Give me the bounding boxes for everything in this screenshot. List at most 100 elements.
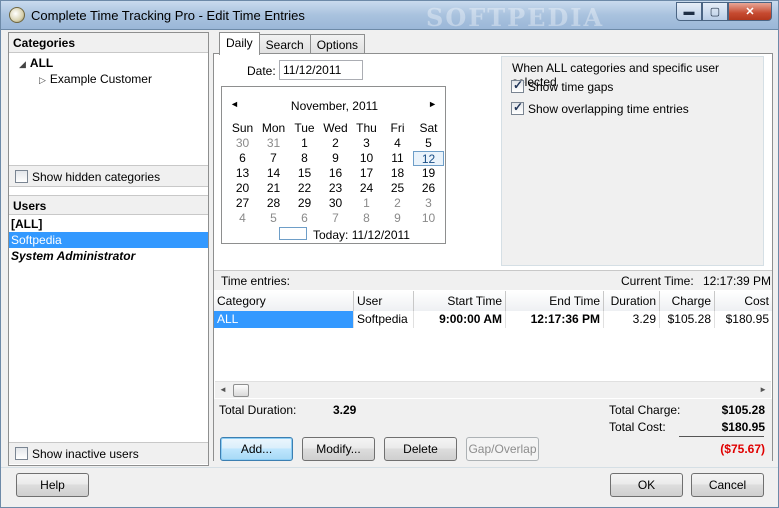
next-month-icon[interactable]: ► — [428, 99, 437, 109]
calendar-day[interactable]: 9 — [382, 211, 413, 226]
column-header-start-time[interactable]: Start Time — [414, 291, 506, 311]
calendar-day[interactable]: 19 — [413, 166, 444, 181]
calendar-day[interactable]: 8 — [289, 151, 320, 166]
calendar-day[interactable]: 4 — [382, 136, 413, 151]
calendar-day[interactable]: 8 — [351, 211, 382, 226]
close-icon: ✕ — [745, 6, 755, 18]
calendar-month-title[interactable]: November, 2011 — [222, 99, 447, 113]
calendar-day[interactable]: 25 — [382, 181, 413, 196]
calendar-day[interactable]: 23 — [320, 181, 351, 196]
calendar-day[interactable]: 7 — [258, 151, 289, 166]
cell-end-time[interactable]: 12:17:36 PM — [506, 311, 604, 328]
today-link[interactable]: Today: 11/12/2011 — [313, 228, 410, 242]
calendar-day[interactable]: 16 — [320, 166, 351, 181]
column-header-category[interactable]: Category — [214, 291, 354, 311]
calendar-day[interactable]: 9 — [320, 151, 351, 166]
calendar-day[interactable]: 2 — [382, 196, 413, 211]
column-header-charge[interactable]: Charge — [660, 291, 715, 311]
calendar-day[interactable]: 22 — [289, 181, 320, 196]
column-header-cost[interactable]: Cost — [715, 291, 772, 311]
calendar-day[interactable]: 13 — [227, 166, 258, 181]
cell-category[interactable]: ALL — [214, 311, 354, 328]
calendar-day[interactable]: 20 — [227, 181, 258, 196]
column-header-end-time[interactable]: End Time — [506, 291, 604, 311]
user-item-softpedia[interactable]: Softpedia — [9, 232, 208, 248]
calendar-day[interactable]: 6 — [289, 211, 320, 226]
title-bar[interactable]: Complete Time Tracking Pro - Edit Time E… — [1, 1, 778, 32]
calendar-day[interactable]: 6 — [227, 151, 258, 166]
user-item-all[interactable]: [ALL] — [9, 216, 208, 232]
column-header-duration[interactable]: Duration — [604, 291, 660, 311]
category-tree-item-all[interactable]: ◢ ALL — [19, 56, 53, 70]
calendar-day[interactable]: 7 — [320, 211, 351, 226]
categories-header: Categories — [9, 33, 208, 53]
calendar-day[interactable]: 17 — [351, 166, 382, 181]
calendar-day[interactable]: 2 — [320, 136, 351, 151]
show-overlapping-entries-checkbox[interactable]: Show overlapping time entries — [511, 100, 689, 116]
horizontal-scrollbar[interactable]: ◄ ► — [215, 381, 771, 398]
tab-daily[interactable]: Daily — [219, 32, 260, 55]
table-row[interactable]: ALL Softpedia 9:00:00 AM 12:17:36 PM 3.2… — [214, 311, 772, 328]
delete-button[interactable]: Delete — [384, 437, 457, 461]
calendar-day[interactable]: 31 — [258, 136, 289, 151]
calendar-day-grid: Sun Mon Tue Wed Thu Fri Sat 30 31 1 2 3 4 5 6 7 8 9 10 11 12… — [227, 121, 444, 226]
maximize-button[interactable]: ▢ — [702, 2, 728, 21]
calendar-day[interactable]: 21 — [258, 181, 289, 196]
calendar-day-today[interactable]: 12 — [413, 151, 444, 166]
category-tree-item-example-customer[interactable]: ▷ Example Customer — [39, 72, 152, 86]
show-hidden-categories-checkbox[interactable]: Show hidden categories — [9, 165, 208, 187]
calendar-day[interactable]: 28 — [258, 196, 289, 211]
tab-search[interactable]: Search — [258, 34, 311, 54]
calendar-day[interactable]: 10 — [413, 211, 444, 226]
cancel-button[interactable]: Cancel — [691, 473, 764, 497]
calendar-day[interactable]: 4 — [227, 211, 258, 226]
today-marker-box — [279, 227, 307, 240]
calendar-day[interactable]: 3 — [351, 136, 382, 151]
show-time-gaps-checkbox[interactable]: Show time gaps — [511, 78, 613, 94]
cell-user[interactable]: Softpedia — [354, 311, 414, 328]
cell-start-time[interactable]: 9:00:00 AM — [414, 311, 506, 328]
calendar-day[interactable]: 1 — [351, 196, 382, 211]
gap-overlap-button[interactable]: Gap/Overlap — [466, 437, 539, 461]
cell-charge[interactable]: $105.28 — [660, 311, 715, 328]
checkbox-unchecked-icon[interactable] — [15, 170, 28, 183]
calendar-day[interactable]: 29 — [289, 196, 320, 211]
calendar-day[interactable]: 18 — [382, 166, 413, 181]
calendar-day[interactable]: 5 — [258, 211, 289, 226]
tree-expanded-icon[interactable]: ◢ — [19, 59, 26, 69]
tab-options[interactable]: Options — [309, 34, 366, 54]
checkbox-checked-icon[interactable] — [511, 78, 524, 93]
calendar-day[interactable]: 3 — [413, 196, 444, 211]
user-item-system-administrator[interactable]: System Administrator — [9, 248, 208, 264]
calendar-day[interactable]: 11 — [382, 151, 413, 166]
calendar-day[interactable]: 30 — [320, 196, 351, 211]
add-button[interactable]: Add... — [220, 437, 293, 461]
calendar-day[interactable]: 14 — [258, 166, 289, 181]
show-inactive-users-checkbox[interactable]: Show inactive users — [9, 442, 208, 464]
calendar-day[interactable]: 15 — [289, 166, 320, 181]
calendar-day[interactable]: 26 — [413, 181, 444, 196]
calendar-weekday-header: Mon — [261, 121, 286, 135]
close-button[interactable]: ✕ — [728, 2, 772, 21]
scroll-right-icon[interactable]: ► — [759, 385, 767, 394]
checkbox-checked-icon[interactable] — [511, 100, 524, 115]
minimize-button[interactable]: ▬ — [676, 2, 702, 21]
calendar-day[interactable]: 1 — [289, 136, 320, 151]
calendar-day[interactable]: 24 — [351, 181, 382, 196]
calendar-day[interactable]: 27 — [227, 196, 258, 211]
date-field[interactable]: 11/12/2011 — [279, 60, 363, 80]
cell-duration[interactable]: 3.29 — [604, 311, 660, 328]
calendar-day[interactable]: 5 — [413, 136, 444, 151]
scroll-left-icon[interactable]: ◄ — [219, 385, 227, 394]
calendar-day[interactable]: 30 — [227, 136, 258, 151]
tree-collapsed-icon[interactable]: ▷ — [39, 75, 46, 85]
checkbox-unchecked-icon[interactable] — [15, 447, 28, 460]
ok-button[interactable]: OK — [610, 473, 683, 497]
calendar-day[interactable]: 10 — [351, 151, 382, 166]
column-header-user[interactable]: User — [354, 291, 414, 311]
help-button[interactable]: Help — [16, 473, 89, 497]
time-entries-grid-header: Category User Start Time End Time Durati… — [214, 291, 772, 311]
modify-button[interactable]: Modify... — [302, 437, 375, 461]
cell-cost[interactable]: $180.95 — [715, 311, 772, 328]
scrollbar-thumb[interactable] — [233, 384, 249, 397]
